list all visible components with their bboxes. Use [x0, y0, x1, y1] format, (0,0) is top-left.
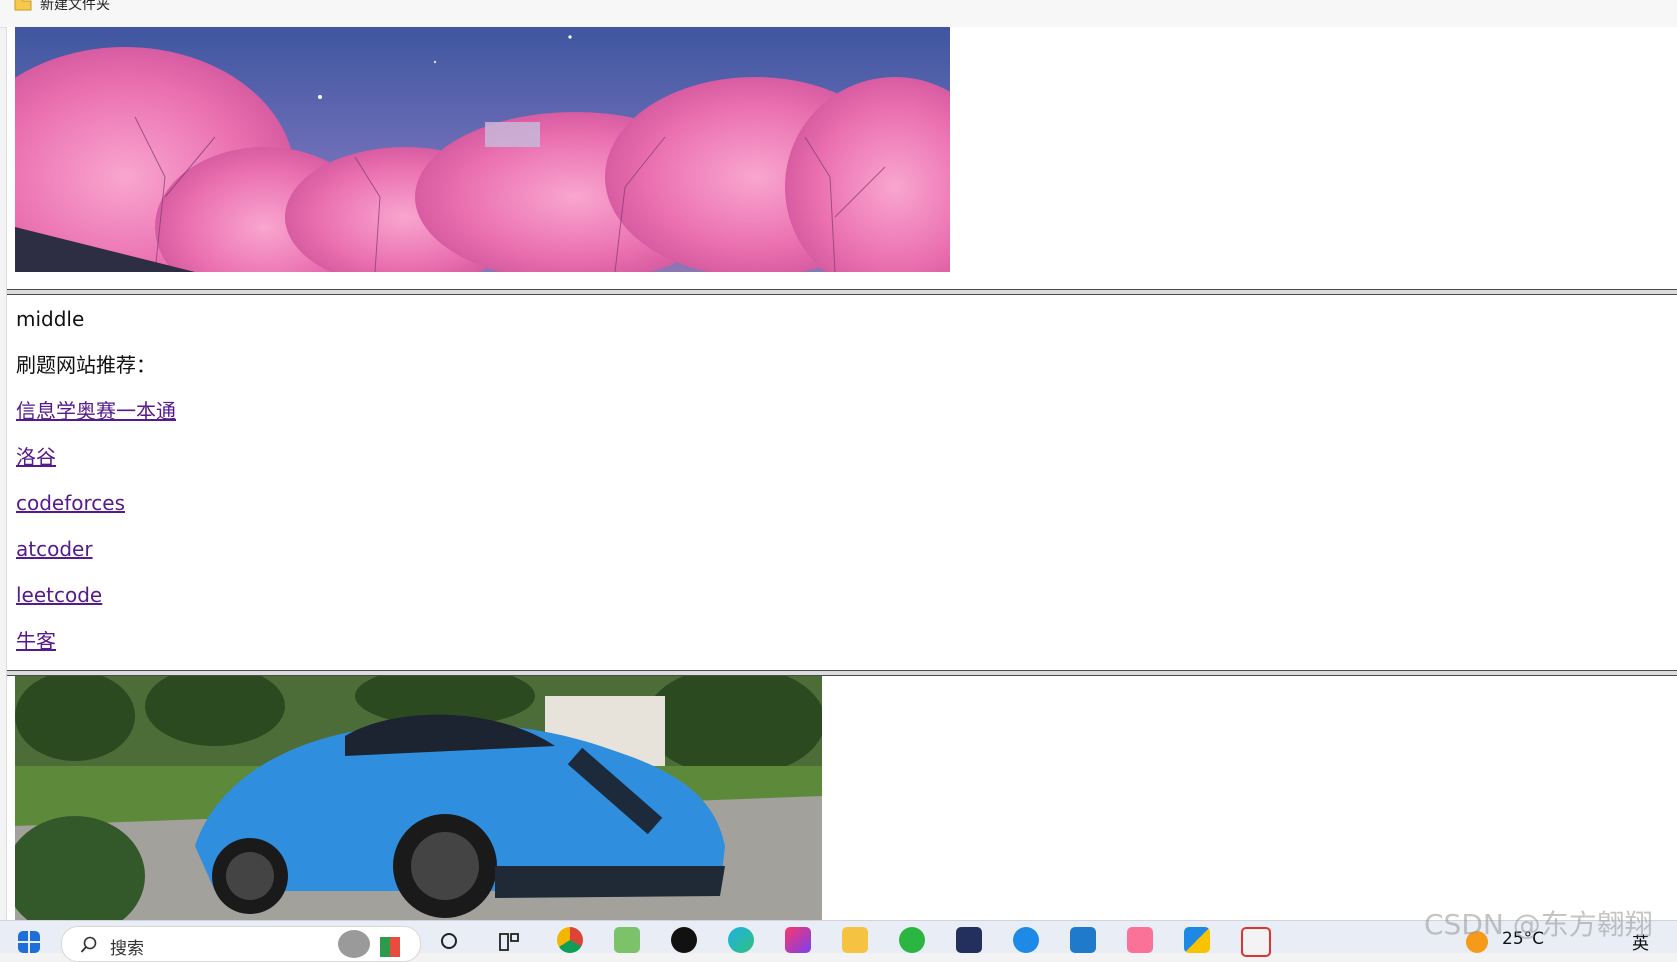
page-content: middle 刷题网站推荐： 信息学奥赛一本通 洛谷 codeforces at… [6, 27, 1677, 920]
windows-start-icon[interactable] [18, 931, 40, 953]
search-icon [80, 936, 97, 953]
devcpp-icon[interactable] [956, 927, 982, 953]
search-placeholder: 搜索 [110, 939, 144, 959]
bookmarks-bar: 新建文件夹 [0, 0, 1677, 28]
bilibili-icon[interactable] [1127, 927, 1153, 953]
csdn-watermark: CSDN @东方翱翔 [1424, 908, 1653, 941]
link-nowcoder[interactable]: 牛客 [16, 629, 56, 653]
frame-top [7, 27, 1677, 289]
search-highlight-image [338, 930, 370, 958]
wechat-icon[interactable] [899, 927, 925, 953]
file-explorer-icon[interactable] [842, 927, 868, 953]
intellij-icon[interactable] [785, 927, 811, 953]
search-taskbar-icon[interactable] [438, 931, 460, 953]
task-view-icon[interactable] [498, 931, 520, 953]
recommend-label: 刷题网站推荐： [16, 353, 156, 377]
notepad-icon[interactable] [614, 927, 640, 953]
folder-icon [14, 0, 32, 11]
media-player-icon[interactable] [1184, 927, 1210, 953]
link-luogu[interactable]: 洛谷 [16, 445, 56, 469]
search-highlight-blocks [380, 937, 400, 957]
link-atcoder[interactable]: atcoder [16, 537, 93, 561]
cherry-blossom-image [15, 27, 950, 272]
middle-title: middle [16, 307, 85, 331]
sports-car-image [15, 676, 822, 920]
link-ybt[interactable]: 信息学奥赛一本通 [16, 399, 176, 423]
link-codeforces[interactable]: codeforces [16, 491, 125, 515]
taskbar-search-box[interactable]: 搜索 [61, 926, 421, 962]
qq-icon[interactable] [671, 927, 697, 953]
app-icon[interactable] [1241, 927, 1271, 957]
bookmark-folder-label: 新建文件夹 [40, 0, 110, 13]
translate-icon[interactable] [1013, 927, 1039, 953]
chrome-icon[interactable] [557, 927, 583, 953]
edge-icon[interactable] [728, 927, 754, 953]
frame-bottom [7, 676, 1677, 920]
vscode-icon[interactable] [1070, 927, 1096, 953]
link-leetcode[interactable]: leetcode [16, 583, 102, 607]
frame-middle: middle 刷题网站推荐： 信息学奥赛一本通 洛谷 codeforces at… [7, 295, 1677, 670]
bookmark-folder[interactable]: 新建文件夹 [14, 0, 110, 14]
